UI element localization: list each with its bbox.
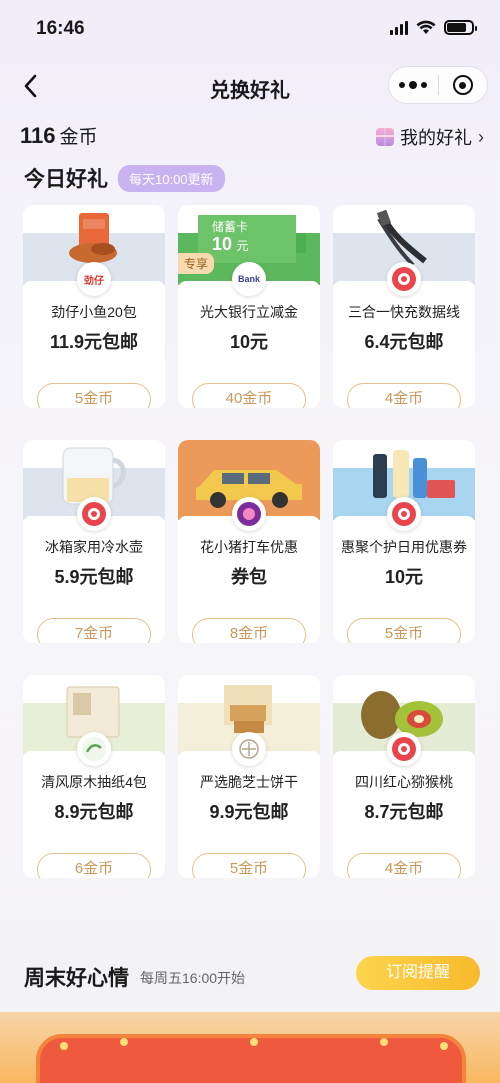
signal-icon: [390, 20, 408, 35]
promo-light-dot: [380, 1038, 388, 1046]
gift-price: 10元: [384, 567, 424, 587]
gift-price: 9.9元包邮: [209, 802, 289, 822]
redeem-button[interactable]: 4金币: [347, 853, 461, 878]
redeem-button[interactable]: 5金币: [37, 383, 151, 408]
status-time: 16:46: [36, 18, 85, 39]
my-gifts-label: 我的好礼: [400, 128, 472, 148]
gift-card[interactable]: 清风原木抽纸4包 8.9元包邮 6金币: [23, 675, 165, 878]
weekend-section: 周末好心情 每周五16:00开始 订阅提醒: [0, 920, 500, 1020]
gift-name: 光大银行立减金: [200, 304, 298, 320]
gift-card[interactable]: 严选脆芝士饼干 9.9元包邮 5金币: [178, 675, 320, 878]
gift-name: 冰箱家用冷水壶: [45, 539, 143, 555]
card-amount: 10: [212, 234, 233, 254]
brand-logo-icon: [77, 732, 111, 766]
yanxuan-logo-icon: [232, 732, 266, 766]
subscribe-reminder-button[interactable]: 订阅提醒: [356, 956, 480, 990]
my-gifts-link[interactable]: 我的好礼 ›: [376, 124, 484, 150]
gift-grid: 劲仔 劲仔小鱼20包 11.9元包邮 5金币 储蓄卡 10 元 专享 Bank …: [23, 205, 475, 878]
gift-name: 三合一快充数据线: [348, 304, 460, 320]
coin-balance-row: 116 金币 我的好礼 ›: [20, 122, 484, 152]
huaxiaozhu-logo-icon: [232, 497, 266, 531]
gift-card-body: 劲仔小鱼20包 11.9元包邮 5金币: [23, 281, 165, 408]
today-section-header: 今日好礼 每天10:00更新: [24, 162, 225, 194]
gift-card[interactable]: 三合一快充数据线 6.4元包邮 4金币: [333, 205, 475, 408]
gift-card-body: 四川红心猕猴桃 8.7元包邮 4金币: [333, 751, 475, 878]
gift-name: 劲仔小鱼20包: [51, 304, 137, 320]
gift-card-body: 光大银行立减金 10元 40金币: [178, 281, 320, 408]
weekend-subtitle: 每周五16:00开始: [140, 970, 246, 986]
gift-card[interactable]: 冰箱家用冷水壶 5.9元包邮 7金币: [23, 440, 165, 643]
gift-card-body: 惠聚个护日用优惠券 10元 5金币: [333, 516, 475, 643]
redeem-button[interactable]: 7金币: [37, 618, 151, 643]
update-time-badge: 每天10:00更新: [118, 164, 225, 192]
mini-program-capsule: [388, 66, 488, 104]
gift-price: 6.4元包邮: [364, 332, 444, 352]
gift-price: 8.7元包邮: [364, 802, 444, 822]
coin-unit: 金币: [59, 127, 98, 148]
today-title: 今日好礼: [24, 168, 108, 191]
status-bar: 16:46: [0, 0, 500, 56]
store-logo-icon: [77, 497, 111, 531]
gift-name: 严选脆芝士饼干: [200, 774, 298, 790]
battery-icon: [444, 20, 477, 35]
wifi-icon: [416, 20, 436, 34]
status-icons: [390, 20, 477, 35]
gift-price: 8.9元包邮: [54, 802, 134, 822]
chevron-right-icon: ›: [478, 126, 484, 147]
more-icon[interactable]: [389, 67, 438, 103]
redeem-button[interactable]: 40金币: [192, 383, 306, 408]
gift-card-body: 严选脆芝士饼干 9.9元包邮 5金币: [178, 751, 320, 878]
redeem-button[interactable]: 4金币: [347, 383, 461, 408]
gift-card-body: 三合一快充数据线 6.4元包邮 4金币: [333, 281, 475, 408]
store-logo-icon: [387, 732, 421, 766]
gift-card-body: 花小猪打车优惠 券包 8金币: [178, 516, 320, 643]
weekend-title: 周末好心情: [24, 967, 129, 990]
gift-price: 11.9元包邮: [49, 332, 139, 352]
gift-price: 券包: [231, 567, 267, 587]
redeem-button[interactable]: 6金币: [37, 853, 151, 878]
gift-box-icon: [376, 128, 394, 146]
store-logo-icon: [387, 497, 421, 531]
nav-bar: 兑换好礼: [0, 60, 500, 112]
gift-price: 5.9元包邮: [54, 567, 134, 587]
promo-light-dot: [120, 1038, 128, 1046]
promo-light-dot: [60, 1042, 68, 1050]
redeem-button[interactable]: 8金币: [192, 618, 306, 643]
brand-logo-icon: 劲仔: [77, 262, 111, 296]
coin-amount: 116: [20, 123, 56, 148]
gift-name: 花小猪打车优惠: [200, 539, 298, 555]
bank-logo-text: Bank: [237, 274, 260, 284]
weekend-promo-banner[interactable]: [0, 1012, 500, 1083]
gift-card[interactable]: 四川红心猕猴桃 8.7元包邮 4金币: [333, 675, 475, 878]
redeem-button[interactable]: 5金币: [192, 853, 306, 878]
promo-light-dot: [440, 1042, 448, 1050]
gift-name: 清风原木抽纸4包: [41, 774, 147, 790]
promo-light-dot: [250, 1038, 258, 1046]
store-logo-icon: [387, 262, 421, 296]
gift-card[interactable]: 劲仔 劲仔小鱼20包 11.9元包邮 5金币: [23, 205, 165, 408]
gift-card-body: 清风原木抽纸4包 8.9元包邮 6金币: [23, 751, 165, 878]
gift-price: 10元: [229, 332, 269, 352]
gift-card[interactable]: 储蓄卡 10 元 专享 Bank 光大银行立减金 10元 40金币: [178, 205, 320, 408]
exclusive-tag: 专享: [178, 253, 215, 274]
brand-logo-text: 劲仔: [84, 275, 104, 287]
card-unit: 元: [236, 239, 249, 253]
card-amount-row: 10 元: [212, 234, 249, 255]
gift-name: 四川红心猕猴桃: [355, 774, 453, 790]
bank-logo-icon: Bank: [232, 262, 266, 296]
gift-card[interactable]: 惠聚个护日用优惠券 10元 5金币: [333, 440, 475, 643]
gift-name: 惠聚个护日用优惠券: [341, 539, 467, 555]
card-label: 储蓄卡: [212, 220, 249, 234]
gift-card[interactable]: 花小猪打车优惠 券包 8金币: [178, 440, 320, 643]
close-capsule-icon[interactable]: [439, 67, 488, 103]
redeem-button[interactable]: 5金币: [347, 618, 461, 643]
gift-card-body: 冰箱家用冷水壶 5.9元包邮 7金币: [23, 516, 165, 643]
